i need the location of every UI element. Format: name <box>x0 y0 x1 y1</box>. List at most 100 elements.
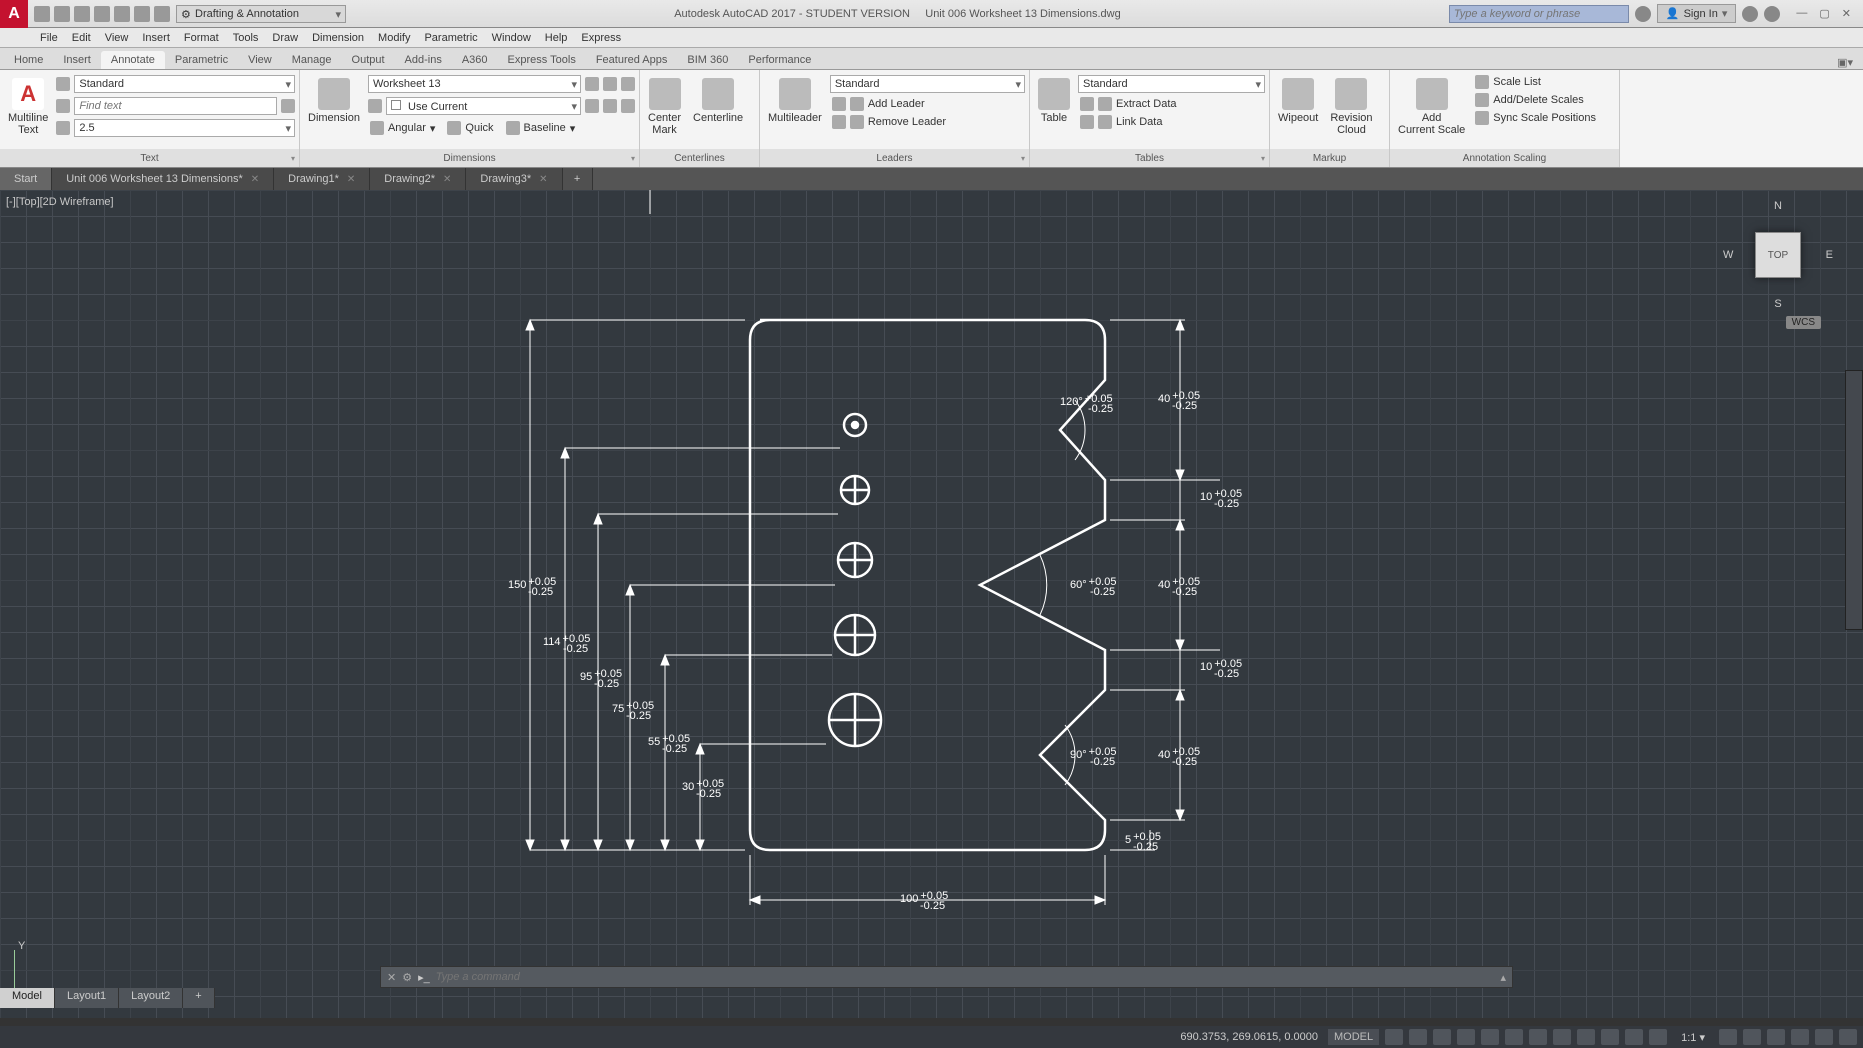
dim-layer-dropdown[interactable]: Use Current <box>386 97 581 115</box>
status-customize-icon[interactable] <box>1839 1029 1857 1045</box>
dim-tol-icon[interactable] <box>621 99 635 113</box>
menu-file[interactable]: File <box>40 32 58 44</box>
qat-open-icon[interactable] <box>54 6 70 22</box>
find-go-icon[interactable] <box>281 99 295 113</box>
text-height-dropdown[interactable]: 2.5 <box>74 119 295 137</box>
viewcube[interactable]: N S E W TOP <box>1723 200 1833 310</box>
cmd-history-icon[interactable]: ▴ <box>1500 971 1506 984</box>
menu-dimension[interactable]: Dimension <box>312 32 364 44</box>
polar-toggle-icon[interactable] <box>1457 1029 1475 1045</box>
workspace-switch-icon[interactable] <box>1719 1029 1737 1045</box>
menu-view[interactable]: View <box>105 32 129 44</box>
menu-format[interactable]: Format <box>184 32 219 44</box>
lineweight-toggle-icon[interactable] <box>1529 1029 1547 1045</box>
isolate-objects-icon[interactable] <box>1791 1029 1809 1045</box>
layout-tab-add[interactable]: + <box>183 988 214 1008</box>
doc-tab-4[interactable]: Drawing3*✕ <box>466 168 562 190</box>
viewcube-top-face[interactable]: TOP <box>1755 232 1801 278</box>
infocenter-icon[interactable] <box>1635 6 1651 22</box>
qat-plot-icon[interactable] <box>114 6 130 22</box>
new-doc-tab[interactable]: + <box>563 168 593 190</box>
link-data-button[interactable]: Link Data <box>1078 114 1265 130</box>
angular-button[interactable]: Angular▾ <box>368 120 437 136</box>
doc-tab-3[interactable]: Drawing2*✕ <box>370 168 466 190</box>
layout-tab-layout2[interactable]: Layout2 <box>119 988 183 1008</box>
center-mark-button[interactable]: Center Mark <box>644 74 685 140</box>
dim-continue-icon[interactable] <box>585 99 599 113</box>
close-button[interactable]: ✕ <box>1842 7 1851 20</box>
tab-annotate[interactable]: Annotate <box>101 51 165 69</box>
add-leader-button[interactable]: Add Leader <box>830 96 1025 112</box>
dimension-button[interactable]: Dimension <box>304 74 364 128</box>
annotation-visibility-icon[interactable] <box>1625 1029 1643 1045</box>
model-paper-toggle[interactable]: MODEL <box>1328 1029 1379 1045</box>
qat-saveas-icon[interactable] <box>94 6 110 22</box>
ribbon-toggle-icon[interactable]: ▣▾ <box>1837 56 1853 69</box>
extract-data-button[interactable]: Extract Data <box>1078 96 1265 112</box>
tab-manage[interactable]: Manage <box>282 51 342 69</box>
exchange-icon[interactable] <box>1742 6 1758 22</box>
revision-cloud-button[interactable]: Revision Cloud <box>1326 74 1376 140</box>
qat-new-icon[interactable] <box>34 6 50 22</box>
annotation-scale[interactable]: 1:1 ▾ <box>1673 1031 1713 1044</box>
tab-insert[interactable]: Insert <box>53 51 101 69</box>
tab-bim360[interactable]: BIM 360 <box>677 51 738 69</box>
menu-parametric[interactable]: Parametric <box>424 32 477 44</box>
dim-style-dropdown[interactable]: Worksheet 13 <box>368 75 581 93</box>
centerline-button[interactable]: Centerline <box>689 74 747 128</box>
find-text-input[interactable] <box>74 97 277 115</box>
annotation-monitor-icon[interactable] <box>1601 1029 1619 1045</box>
tab-output[interactable]: Output <box>342 51 395 69</box>
cmd-close-icon[interactable]: ✕ <box>387 971 396 984</box>
menu-tools[interactable]: Tools <box>233 32 259 44</box>
grid-toggle-icon[interactable] <box>1385 1029 1403 1045</box>
viewcube-west[interactable]: W <box>1723 249 1733 261</box>
tab-view[interactable]: View <box>238 51 282 69</box>
close-icon[interactable]: ✕ <box>347 174 355 185</box>
doc-tab-1[interactable]: Unit 006 Worksheet 13 Dimensions*✕ <box>52 168 274 190</box>
autoscale-icon[interactable] <box>1649 1029 1667 1045</box>
help-icon[interactable] <box>1764 6 1780 22</box>
close-icon[interactable]: ✕ <box>443 174 451 185</box>
panel-tables-title[interactable]: Tables <box>1030 149 1269 167</box>
menu-modify[interactable]: Modify <box>378 32 410 44</box>
viewcube-east[interactable]: E <box>1826 249 1833 261</box>
leader-style-dropdown[interactable]: Standard <box>830 75 1025 93</box>
snap-toggle-icon[interactable] <box>1409 1029 1427 1045</box>
layout-tab-model[interactable]: Model <box>0 988 55 1008</box>
minimize-button[interactable]: — <box>1796 7 1807 20</box>
osnap-toggle-icon[interactable] <box>1481 1029 1499 1045</box>
menu-draw[interactable]: Draw <box>272 32 298 44</box>
menu-help[interactable]: Help <box>545 32 568 44</box>
baseline-button[interactable]: Baseline▾ <box>504 120 578 136</box>
cmd-customize-icon[interactable]: ⚙ <box>402 971 412 984</box>
transparency-toggle-icon[interactable] <box>1553 1029 1571 1045</box>
tab-performance[interactable]: Performance <box>738 51 821 69</box>
dim-break-icon[interactable] <box>603 77 617 91</box>
signin-button[interactable]: 👤 Sign In <box>1657 4 1736 23</box>
close-icon[interactable]: ✕ <box>539 174 547 185</box>
infocenter-search[interactable] <box>1449 5 1629 23</box>
cycling-toggle-icon[interactable] <box>1577 1029 1595 1045</box>
customization-icon[interactable] <box>1743 1029 1761 1045</box>
command-input[interactable] <box>436 971 1495 983</box>
text-style-dropdown[interactable]: Standard <box>74 75 295 93</box>
qat-undo-icon[interactable] <box>134 6 150 22</box>
menu-edit[interactable]: Edit <box>72 32 91 44</box>
qat-redo-icon[interactable] <box>154 6 170 22</box>
menu-insert[interactable]: Insert <box>142 32 170 44</box>
maximize-button[interactable]: ▢ <box>1819 7 1829 20</box>
qat-save-icon[interactable] <box>74 6 90 22</box>
hardware-accel-icon[interactable] <box>1767 1029 1785 1045</box>
sync-scale-button[interactable]: Sync Scale Positions <box>1473 110 1615 126</box>
ortho-toggle-icon[interactable] <box>1433 1029 1451 1045</box>
scale-list-button[interactable]: Scale List <box>1473 74 1615 90</box>
panel-text-title[interactable]: Text <box>0 149 299 167</box>
quick-button[interactable]: Quick <box>445 120 495 136</box>
tab-a360[interactable]: A360 <box>452 51 498 69</box>
multiline-text-button[interactable]: A Multiline Text <box>4 74 52 140</box>
app-logo[interactable]: A <box>0 0 28 28</box>
dim-jog-icon[interactable] <box>621 77 635 91</box>
workspace-dropdown[interactable]: Drafting & Annotation <box>176 5 346 23</box>
panel-leaders-title[interactable]: Leaders <box>760 149 1029 167</box>
